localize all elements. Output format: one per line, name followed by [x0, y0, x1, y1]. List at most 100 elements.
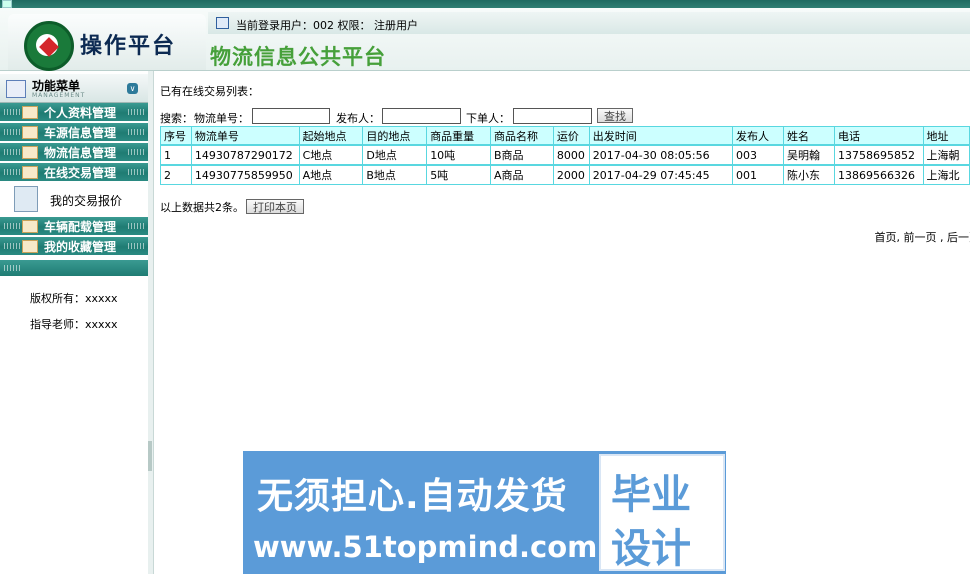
column-header: 序号 — [160, 126, 192, 146]
watermark-badge: 毕业 设计 — [599, 454, 725, 572]
menu-stripe-decoration — [128, 109, 144, 115]
cell-address: 上海北 — [922, 164, 970, 185]
watermark-line1: 无须担心.自动发货 — [257, 476, 568, 517]
menu-stripe-decoration — [4, 265, 20, 271]
folder-icon — [22, 220, 38, 233]
search-label: 搜索： — [160, 112, 193, 125]
column-header: 目的地点 — [362, 126, 428, 146]
column-header: 物流单号 — [190, 126, 300, 146]
watermark-badge-line1: 毕业 — [611, 472, 691, 518]
cell-publisher: 001 — [732, 164, 784, 185]
cell-price: 2000 — [552, 164, 590, 185]
search-button[interactable]: 查找 — [597, 108, 633, 123]
menu-folder-icon — [6, 80, 26, 98]
sidebar-item-favorites[interactable]: 我的收藏管理 — [0, 237, 148, 257]
sidebar-subitem-my-quotes[interactable]: 我的交易报价 — [0, 182, 148, 216]
cell-goods-name: B商品 — [490, 144, 554, 166]
window-title-strip — [0, 0, 970, 8]
folder-icon — [22, 146, 38, 159]
column-header: 起始地点 — [298, 126, 364, 146]
cell-publisher: 003 — [732, 144, 784, 166]
menu-stripe-decoration — [4, 109, 20, 115]
sidebar-item-profile[interactable]: 个人资料管理 — [0, 103, 148, 123]
cell-origin: A地点 — [298, 164, 364, 185]
column-header: 电话 — [833, 126, 924, 146]
sidebar-subtitle: MANAGEMENT — [32, 92, 86, 99]
table-row[interactable]: 1 14930787290172 C地点 D地点 10吨 B商品 8000 20… — [160, 144, 970, 166]
sidebar-header: 功能菜单 MANAGEMENT ∨ — [0, 74, 148, 103]
sidebar-item-label: 车辆配载管理 — [44, 220, 117, 234]
folder-icon — [22, 166, 38, 179]
cell-address: 上海朝 — [922, 144, 970, 166]
orderer-label: 下单人： — [466, 112, 510, 125]
cell-phone: 13869566326 — [833, 164, 924, 185]
sidebar-item-label: 物流信息管理 — [44, 146, 117, 160]
cell-phone: 13758695852 — [833, 144, 924, 166]
trade-table: 序号 物流单号 起始地点 目的地点 商品重量 商品名称 运价 出发时间 发布人 … — [160, 126, 970, 185]
cell-name: 陈小东 — [782, 164, 835, 185]
menu-stripe-decoration — [128, 169, 144, 175]
table-row[interactable]: 2 14930775859950 A地点 B地点 5吨 A商品 2000 201… — [160, 164, 970, 185]
cell-weight: 5吨 — [426, 164, 491, 185]
cell-index: 1 — [160, 144, 192, 166]
current-user-info: 当前登录用户：002 权限： 注册用户 — [236, 19, 418, 32]
splitter-grip-handle[interactable] — [148, 441, 152, 471]
menu-stripe-decoration — [128, 129, 144, 135]
sidebar-item-label: 在线交易管理 — [44, 166, 117, 180]
sidebar-footer-bar — [0, 260, 148, 276]
menu-stripe-decoration — [128, 243, 144, 249]
menu-stripe-decoration — [4, 129, 20, 135]
copyright-text: 版权所有：xxxxx — [30, 292, 118, 305]
window-icon — [216, 17, 229, 29]
user-info-bar: 当前登录用户：002 权限： 注册用户 — [208, 12, 970, 34]
folder-icon — [22, 240, 38, 253]
column-header: 出发时间 — [588, 126, 734, 146]
menu-stripe-decoration — [4, 169, 20, 175]
cell-price: 8000 — [552, 144, 590, 166]
collapse-chevron-icon[interactable]: ∨ — [127, 83, 138, 94]
folder-icon — [22, 126, 38, 139]
sidebar-item-vehicle-loading[interactable]: 车辆配载管理 — [0, 217, 148, 237]
sidebar-subitem-label: 我的交易报价 — [50, 194, 123, 208]
cell-departure-time: 2017-04-30 08:05:56 — [588, 144, 734, 166]
tracking-number-input[interactable] — [252, 108, 330, 124]
column-header: 商品名称 — [490, 126, 554, 146]
cell-goods-name: A商品 — [490, 164, 554, 185]
list-caption: 已有在线交易列表： — [160, 85, 259, 98]
column-header: 运价 — [552, 126, 590, 146]
folder-icon — [22, 106, 38, 119]
watermark-badge-line2: 设计 — [611, 526, 691, 572]
cell-index: 2 — [160, 164, 192, 185]
menu-stripe-decoration — [4, 243, 20, 249]
cell-tracking-number: 14930775859950 — [190, 164, 300, 185]
site-title: 物流信息公共平台 — [210, 44, 386, 69]
page-header: 操作平台 当前登录用户：002 权限： 注册用户 物流信息公共平台 — [0, 8, 970, 71]
sidebar-item-vehicle-source[interactable]: 车源信息管理 — [0, 123, 148, 143]
print-page-button[interactable]: 打印本页 — [246, 199, 304, 214]
pagination-links[interactable]: 首页, 前一页 , 后一页 — [875, 229, 970, 245]
orderer-input[interactable] — [513, 108, 592, 124]
advisor-text: 指导老师：xxxxx — [30, 318, 118, 331]
window-app-icon — [2, 0, 12, 8]
table-header-row: 序号 物流单号 起始地点 目的地点 商品重量 商品名称 运价 出发时间 发布人 … — [160, 126, 970, 146]
cell-origin: C地点 — [298, 144, 364, 166]
cell-name: 吴明翰 — [782, 144, 835, 166]
column-header: 发布人 — [732, 126, 784, 146]
logo-text: 操作平台 — [80, 33, 177, 59]
sidebar-item-label: 我的收藏管理 — [44, 240, 117, 254]
watermark-banner: 无须担心.自动发货 www.51topmind.com 毕业 设计 — [243, 451, 726, 574]
sidebar-item-logistics[interactable]: 物流信息管理 — [0, 143, 148, 163]
cell-departure-time: 2017-04-29 07:45:45 — [588, 164, 734, 185]
tracking-number-label: 物流单号： — [194, 112, 249, 125]
watermark-url: www.51topmind.com — [253, 530, 598, 564]
publisher-input[interactable] — [382, 108, 461, 124]
sidebar-item-online-trade[interactable]: 在线交易管理 — [0, 163, 148, 183]
sidebar-item-label: 个人资料管理 — [44, 106, 117, 120]
logo-area: 操作平台 — [8, 14, 206, 71]
menu-stripe-decoration — [4, 223, 20, 229]
column-header: 商品重量 — [426, 126, 491, 146]
menu-stripe-decoration — [128, 149, 144, 155]
publisher-label: 发布人： — [336, 112, 380, 125]
menu-stripe-decoration — [128, 223, 144, 229]
record-count-summary: 以上数据共2条。 — [160, 201, 244, 214]
